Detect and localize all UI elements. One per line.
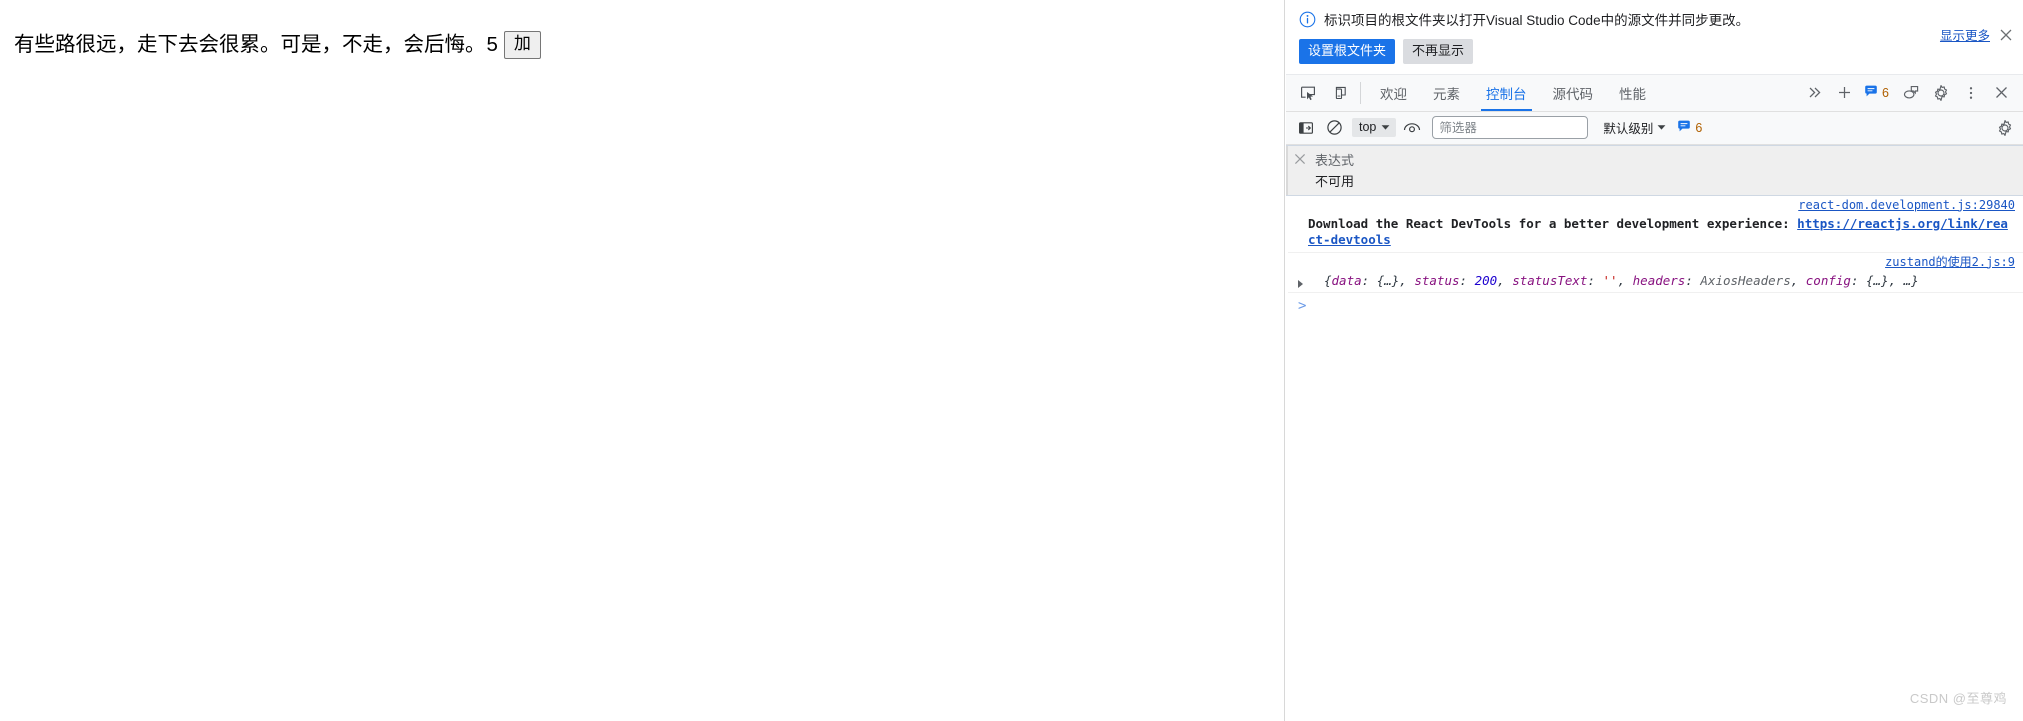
- message-badge-icon: [1677, 119, 1691, 136]
- chevron-down-icon: [1381, 124, 1390, 130]
- feedback-icon[interactable]: [1897, 80, 1925, 106]
- issues-count-label: 6: [1882, 85, 1889, 100]
- dont-show-again-button[interactable]: 不再显示: [1403, 39, 1474, 64]
- page-viewport: 有些路很远，走下去会很累。可是，不走，会后悔。 5 加: [0, 0, 1285, 721]
- console-object-preview: {data: {…}, status: 200, statusText: '',…: [1308, 273, 2015, 290]
- console-toolbar: top 默认级别 6: [1286, 111, 2023, 145]
- tab-performance-label: 性能: [1619, 86, 1646, 102]
- object-token: '': [1602, 272, 1618, 288]
- issues-counter[interactable]: 6: [1860, 84, 1895, 101]
- tab-performance[interactable]: 性能: [1606, 75, 1659, 111]
- console-log-area[interactable]: react-dom.development.js:29840 Download …: [1286, 195, 2023, 721]
- page-content-line: 有些路很远，走下去会很累。可是，不走，会后悔。 5 加: [14, 31, 541, 59]
- console-message-source-link[interactable]: react-dom.development.js:29840: [1798, 198, 2015, 214]
- object-token: ,: [1790, 272, 1806, 288]
- page-counter-value: 5: [486, 32, 498, 56]
- devtools-tabstrip: 欢迎 元素 控制台 源代码 性能 6: [1286, 74, 2023, 112]
- clear-console-icon[interactable]: [1322, 116, 1346, 140]
- gear-icon[interactable]: [1927, 80, 1955, 106]
- devtools-infobar: 标识项目的根文件夹以打开Visual Studio Code中的源文件并同步更改…: [1286, 0, 2023, 75]
- tabstrip-tool-icons: [1286, 75, 1356, 111]
- inspect-element-icon[interactable]: [1294, 80, 1321, 106]
- infobar-actions: 显示更多: [1940, 25, 2014, 44]
- console-message-react-devtools[interactable]: react-dom.development.js:29840 Download …: [1288, 196, 2023, 253]
- show-more-link[interactable]: 显示更多: [1940, 25, 1990, 44]
- console-settings-gear-icon[interactable]: [1993, 116, 2017, 140]
- console-filter-input[interactable]: [1432, 116, 1589, 140]
- object-token: :: [1459, 272, 1475, 288]
- tab-sources[interactable]: 源代码: [1540, 75, 1607, 111]
- console-message-text: Download the React DevTools for a better…: [1308, 216, 2015, 249]
- object-token: config: [1805, 272, 1851, 288]
- live-expression-value: 不可用: [1315, 173, 1355, 189]
- tabstrip-actions: 6: [1800, 75, 2023, 111]
- infobar-message-row: 标识项目的根文件夹以打开Visual Studio Code中的源文件并同步更改…: [1286, 8, 2023, 30]
- info-icon: [1299, 11, 1316, 28]
- console-log-levels-label: 默认级别: [1603, 122, 1654, 137]
- message-badge-icon: [1864, 84, 1878, 101]
- object-token: ,: [1617, 272, 1633, 288]
- object-token: :: [1850, 272, 1866, 288]
- add-button[interactable]: 加: [503, 31, 541, 59]
- tab-elements-label: 元素: [1433, 86, 1460, 102]
- object-token: 200: [1474, 272, 1498, 288]
- object-token: AxiosHeaders: [1700, 272, 1791, 288]
- tab-welcome[interactable]: 欢迎: [1367, 75, 1420, 111]
- console-prompt-row[interactable]: >: [1288, 293, 2023, 320]
- console-message-body: Download the React DevTools for a better…: [1308, 215, 1798, 231]
- set-root-folder-button[interactable]: 设置根文件夹: [1299, 39, 1396, 64]
- console-message-source-link[interactable]: zustand的使用2.js:9: [1885, 255, 2015, 271]
- console-prompt-input[interactable]: [1312, 299, 2015, 314]
- object-token: :: [1685, 272, 1701, 288]
- tab-elements[interactable]: 元素: [1420, 75, 1473, 111]
- object-token: :: [1361, 272, 1377, 288]
- chevron-down-icon: [1658, 125, 1666, 130]
- screen-root: 有些路很远，走下去会很累。可是，不走，会后悔。 5 加 标识项目的根文件夹以打开…: [0, 0, 2023, 721]
- chevron-double-right-icon[interactable]: [1800, 80, 1828, 106]
- console-issues-counter[interactable]: 6: [1673, 119, 1708, 136]
- object-token: headers: [1632, 272, 1686, 288]
- devtools-panel: 标识项目的根文件夹以打开Visual Studio Code中的源文件并同步更改…: [1286, 0, 2023, 721]
- tab-console-label: 控制台: [1486, 86, 1527, 102]
- kebab-menu-icon[interactable]: [1957, 80, 1985, 106]
- live-expression-bar: 表达式 不可用: [1286, 144, 2023, 196]
- object-token: ,: [1497, 272, 1513, 288]
- infobar-button-row: 设置根文件夹 不再显示: [1286, 30, 2023, 64]
- page-quote-text: 有些路很远，走下去会很累。可是，不走，会后悔。: [14, 32, 486, 56]
- console-issues-count-label: 6: [1695, 120, 1703, 135]
- tab-welcome-label: 欢迎: [1380, 86, 1407, 102]
- csdn-watermark: CSDN @至尊鸡: [1909, 691, 2007, 706]
- device-toolbar-icon[interactable]: [1325, 80, 1352, 106]
- expand-triangle-icon[interactable]: [1298, 279, 1303, 288]
- live-expression-header: 表达式: [1286, 150, 2023, 169]
- console-context-selector[interactable]: top: [1352, 118, 1397, 138]
- object-token: status: [1414, 272, 1460, 288]
- object-token: :: [1587, 272, 1603, 288]
- tabstrip-divider: [1360, 81, 1361, 104]
- object-token: {…}: [1376, 272, 1400, 288]
- tab-sources-label: 源代码: [1552, 86, 1594, 102]
- devtools-close-icon[interactable]: [1987, 80, 2015, 106]
- live-expression-close-icon[interactable]: [1293, 152, 1307, 166]
- object-token: ,: [1399, 272, 1415, 288]
- object-token: {: [1324, 272, 1332, 288]
- infobar-close-icon[interactable]: [1998, 27, 2014, 43]
- object-token: {…}, …}: [1866, 272, 1919, 288]
- console-sidebar-icon[interactable]: [1294, 116, 1318, 140]
- tabstrip-spacer: [1659, 75, 1800, 111]
- console-log-levels-selector[interactable]: 默认级别: [1600, 116, 1669, 139]
- object-token: statusText: [1512, 272, 1588, 288]
- object-token: data: [1331, 272, 1362, 288]
- live-expression-title: 表达式: [1315, 152, 1355, 168]
- prompt-chevron-icon: >: [1298, 298, 1307, 315]
- tab-console[interactable]: 控制台: [1473, 75, 1540, 111]
- console-message-axios-response[interactable]: zustand的使用2.js:9 {data: {…}, status: 200…: [1288, 253, 2023, 294]
- plus-icon[interactable]: [1830, 80, 1858, 106]
- live-expression-icon[interactable]: [1400, 116, 1424, 140]
- infobar-message: 标识项目的根文件夹以打开Visual Studio Code中的源文件并同步更改…: [1324, 13, 1750, 28]
- console-context-label: top: [1359, 120, 1377, 135]
- devtools-tabs: 欢迎 元素 控制台 源代码 性能: [1367, 75, 1659, 111]
